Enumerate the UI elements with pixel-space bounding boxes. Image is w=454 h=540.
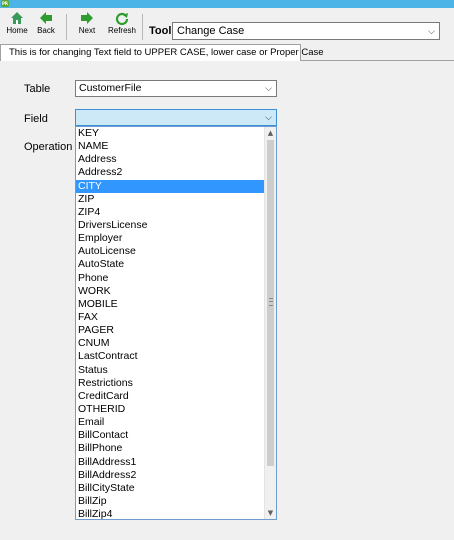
dropdown-option[interactable]: FAX (76, 311, 264, 324)
toolbar: Home Back Next Refresh Tool Change Case … (0, 8, 454, 43)
tab-change-case[interactable]: This is for changing Text field to UPPER… (0, 44, 324, 61)
dropdown-option[interactable]: Phone (76, 272, 264, 285)
scroll-down-icon[interactable]: ▼ (265, 507, 276, 519)
dropdown-option[interactable]: ZIP (76, 193, 264, 206)
dropdown-option[interactable]: Status (76, 364, 264, 377)
dropdown-option[interactable]: KEY (76, 127, 264, 140)
refresh-button[interactable]: Refresh (106, 11, 138, 41)
tool-select[interactable]: Change Case ⌵ (172, 22, 440, 40)
toolbar-separator (142, 14, 143, 40)
next-label: Next (78, 26, 96, 35)
refresh-label: Refresh (107, 26, 136, 35)
dropdown-option[interactable]: BillZip (76, 495, 264, 508)
refresh-icon (115, 12, 129, 25)
next-arrow-icon (81, 12, 93, 24)
field-options: KEY NAME Address Address2 CITY ZIP ZIP4 Drivers… (76, 127, 264, 519)
dropdown-option[interactable]: AutoState (76, 258, 264, 271)
dropdown-option[interactable]: BillZip4 (76, 508, 264, 519)
dropdown-option[interactable]: BillAddress2 (76, 469, 264, 482)
dropdown-option[interactable]: Address2 (76, 166, 264, 179)
dropdown-option[interactable]: Address (76, 153, 264, 166)
tool-label: Tool (149, 25, 172, 37)
app-icon: PR (1, 0, 9, 7)
table-label: Table (24, 83, 51, 95)
back-button[interactable]: Back (33, 11, 59, 41)
chevron-down-icon: ⌵ (265, 112, 272, 122)
home-label: Home (6, 26, 28, 35)
dropdown-scrollbar[interactable]: ▲ ▼ (264, 127, 276, 519)
dropdown-option[interactable]: WORK (76, 285, 264, 298)
dropdown-option[interactable]: OTHERID (76, 403, 264, 416)
chevron-down-icon: ⌵ (265, 83, 272, 93)
dropdown-option[interactable]: BillAddress1 (76, 456, 264, 469)
dropdown-option[interactable]: Email (76, 416, 264, 429)
dropdown-option[interactable]: CreditCard (76, 390, 264, 403)
field-label: Field (24, 113, 48, 125)
grip-icon (269, 298, 273, 306)
home-button[interactable]: Home (3, 11, 31, 41)
back-label: Back (37, 26, 55, 35)
table-select-value: CustomerFile (79, 82, 142, 94)
field-dropdown-list[interactable]: KEY NAME Address Address2 CITY ZIP ZIP4 Drivers… (75, 126, 277, 520)
toolbar-separator (66, 14, 67, 40)
dropdown-option[interactable]: CNUM (76, 337, 264, 350)
dropdown-option[interactable]: MOBILE (76, 298, 264, 311)
dropdown-option[interactable]: CITY (76, 179, 264, 193)
home-icon (11, 12, 23, 24)
dropdown-option[interactable]: Employer (76, 232, 264, 245)
chevron-down-icon: ⌵ (428, 26, 435, 36)
title-bar: PR (0, 0, 454, 8)
scrollbar-thumb[interactable] (267, 140, 274, 466)
operation-label: Operation (24, 141, 73, 153)
dropdown-option[interactable]: NAME (76, 140, 264, 153)
dropdown-option[interactable]: BillCityState (76, 482, 264, 495)
dropdown-option[interactable]: ZIP4 (76, 206, 264, 219)
dropdown-option[interactable]: DriversLicense (76, 219, 264, 232)
dropdown-option[interactable]: LastContract (76, 350, 264, 363)
back-arrow-icon (40, 12, 52, 24)
dropdown-option[interactable]: PAGER (76, 324, 264, 337)
dropdown-option[interactable]: BillPhone (76, 442, 264, 455)
dropdown-option[interactable]: BillContact (76, 429, 264, 442)
next-button[interactable]: Next (75, 11, 99, 41)
tab-divider (301, 60, 454, 61)
scroll-up-icon[interactable]: ▲ (265, 127, 276, 139)
field-select[interactable]: ⌵ (75, 109, 277, 126)
dropdown-option[interactable]: AutoLicense (76, 245, 264, 258)
tool-select-value: Change Case (177, 25, 245, 37)
table-select[interactable]: CustomerFile ⌵ (75, 80, 277, 97)
dropdown-option[interactable]: Restrictions (76, 377, 264, 390)
